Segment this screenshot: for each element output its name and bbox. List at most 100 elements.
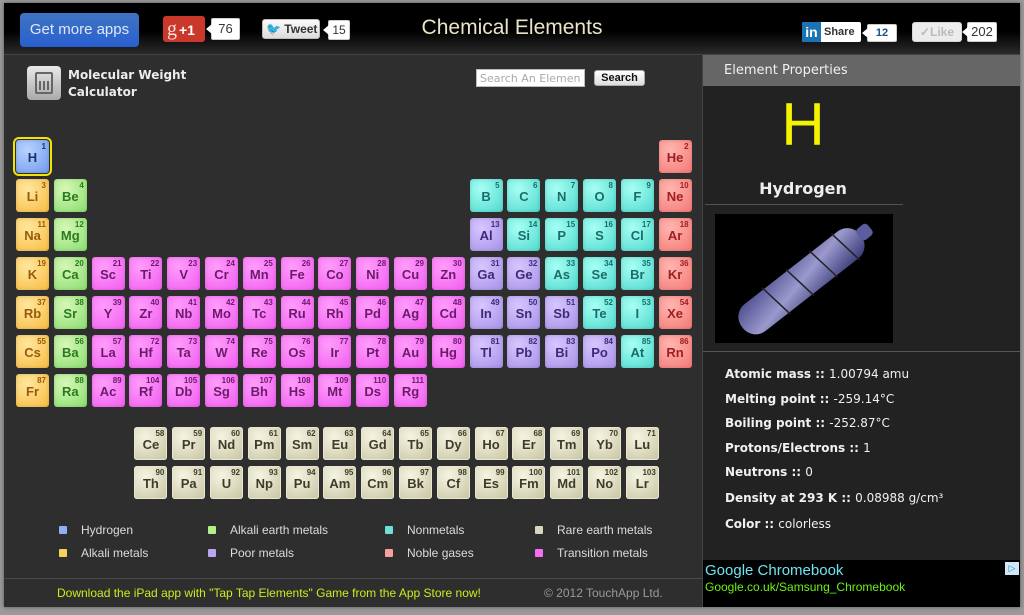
element-tile-np[interactable]: Np 93 (247, 466, 281, 499)
element-tile-ds[interactable]: Ds 110 (356, 374, 390, 407)
element-tile-ne[interactable]: Ne 10 (658, 179, 692, 212)
element-tile-w[interactable]: W 74 (205, 335, 238, 368)
element-tile-c[interactable]: C6 (507, 179, 541, 212)
element-tile-dy[interactable]: Dy 66 (436, 427, 470, 460)
element-tile-ba[interactable]: Ba 56 (53, 335, 87, 368)
element-tile-md[interactable]: Md 101 (550, 466, 584, 499)
element-tile-es[interactable]: Es 99 (474, 466, 508, 499)
element-tile-ra[interactable]: Ra 88 (53, 374, 87, 407)
ad-choices-icon[interactable]: ▷ (1005, 562, 1019, 575)
element-tile-at[interactable]: At 85 (620, 335, 654, 368)
element-tile-ge[interactable]: Ge 32 (507, 257, 541, 290)
element-tile-p[interactable]: P 15 (545, 218, 579, 251)
element-tile-eu[interactable]: Eu 63 (323, 427, 357, 460)
element-tile-lu[interactable]: Lu 71 (625, 427, 659, 460)
element-tile-sm[interactable]: Sm 62 (285, 427, 319, 460)
element-tile-he[interactable]: He 2 (658, 140, 692, 173)
element-tile-am[interactable]: Am 95 (323, 466, 357, 499)
element-tile-zn[interactable]: Zn 30 (431, 257, 465, 290)
element-tile-gd[interactable]: Gd 64 (361, 427, 395, 460)
element-tile-tb[interactable]: Tb 65 (399, 427, 432, 460)
element-tile-sr[interactable]: Sr 38 (53, 296, 87, 329)
element-tile-ti[interactable]: Ti 22 (129, 257, 163, 290)
element-tile-mo[interactable]: Mo 42 (205, 296, 238, 329)
element-tile-na[interactable]: Na 11 (16, 218, 49, 251)
element-tile-pd[interactable]: Pd 46 (356, 296, 390, 329)
element-tile-ru[interactable]: Ru 44 (280, 296, 314, 329)
element-tile-db[interactable]: Db 105 (167, 374, 201, 407)
element-tile-rf[interactable]: Rf 104 (129, 374, 163, 407)
element-tile-in[interactable]: In 49 (469, 296, 503, 329)
element-tile-se[interactable]: Se 34 (583, 257, 616, 290)
element-tile-cm[interactable]: Cm 96 (361, 466, 395, 499)
element-tile-te[interactable]: Te 52 (583, 296, 616, 329)
element-tile-sn[interactable]: Sn 50 (507, 296, 541, 329)
element-tile-ce[interactable]: Ce 58 (134, 427, 168, 460)
element-tile-o[interactable]: O8 (583, 179, 616, 212)
element-tile-bh[interactable]: Bh 107 (242, 374, 276, 407)
element-tile-bk[interactable]: Bk 97 (399, 466, 432, 499)
element-tile-ac[interactable]: Ac 89 (91, 374, 125, 407)
element-tile-ho[interactable]: Ho 67 (474, 427, 508, 460)
element-tile-rn[interactable]: Rn 86 (658, 335, 692, 368)
element-tile-rb[interactable]: Rb 37 (16, 296, 49, 329)
element-tile-fr[interactable]: Fr 87 (16, 374, 49, 407)
element-tile-re[interactable]: Re 75 (242, 335, 276, 368)
facebook-like-button[interactable]: ✓Like (912, 22, 962, 42)
element-tile-li[interactable]: Li 3 (16, 179, 49, 212)
element-tile-f[interactable]: F9 (620, 179, 654, 212)
element-tile-b[interactable]: B5 (469, 179, 503, 212)
element-tile-pr[interactable]: Pr 59 (172, 427, 206, 460)
element-tile-hf[interactable]: Hf 72 (129, 335, 163, 368)
element-tile-i[interactable]: I 53 (620, 296, 654, 329)
element-tile-pm[interactable]: Pm 61 (247, 427, 281, 460)
element-tile-h[interactable]: H1 (13, 137, 52, 176)
element-tile-mn[interactable]: Mn 25 (242, 257, 276, 290)
element-tile-yb[interactable]: Yb 70 (588, 427, 621, 460)
element-tile-rh[interactable]: Rh 45 (318, 296, 352, 329)
element-tile-cd[interactable]: Cd 48 (431, 296, 465, 329)
element-tile-be[interactable]: Be 4 (53, 179, 87, 212)
ad-url-link[interactable]: Google.co.uk/Samsung_Chromebook (705, 580, 905, 594)
element-tile-k[interactable]: K 19 (16, 257, 49, 290)
element-tile-os[interactable]: Os 76 (280, 335, 314, 368)
element-tile-hs[interactable]: Hs 108 (280, 374, 314, 407)
element-tile-no[interactable]: No 102 (588, 466, 621, 499)
element-tile-n[interactable]: N7 (545, 179, 579, 212)
element-tile-tl[interactable]: Tl 81 (469, 335, 503, 368)
element-tile-u[interactable]: U 92 (210, 466, 243, 499)
element-tile-al[interactable]: Al 13 (469, 218, 503, 251)
element-tile-sg[interactable]: Sg 106 (205, 374, 238, 407)
element-tile-sc[interactable]: Sc 21 (91, 257, 125, 290)
element-tile-sb[interactable]: Sb 51 (545, 296, 579, 329)
element-tile-cu[interactable]: Cu 29 (394, 257, 427, 290)
ad-banner[interactable]: Google Chromebook Google.co.uk/Samsung_C… (703, 560, 1020, 607)
element-tile-v[interactable]: V 23 (167, 257, 201, 290)
element-tile-kr[interactable]: Kr 36 (658, 257, 692, 290)
element-tile-br[interactable]: Br 35 (620, 257, 654, 290)
element-tile-ta[interactable]: Ta 73 (167, 335, 201, 368)
element-tile-fm[interactable]: Fm 100 (512, 466, 546, 499)
ad-title-link[interactable]: Google Chromebook (705, 562, 843, 579)
element-tile-as[interactable]: As 33 (545, 257, 579, 290)
element-tile-xe[interactable]: Xe 54 (658, 296, 692, 329)
element-tile-pu[interactable]: Pu 94 (285, 466, 319, 499)
element-tile-la[interactable]: La 57 (91, 335, 125, 368)
linkedin-share-button[interactable]: in Share (802, 22, 861, 42)
element-tile-ag[interactable]: Ag 47 (394, 296, 427, 329)
element-tile-ir[interactable]: Ir 77 (318, 335, 352, 368)
element-tile-cl[interactable]: Cl 17 (620, 218, 654, 251)
ipad-app-promo-link[interactable]: Download the iPad app with "Tap Tap Elem… (57, 586, 481, 600)
element-tile-pt[interactable]: Pt 78 (356, 335, 390, 368)
element-tile-lr[interactable]: Lr 103 (625, 466, 659, 499)
element-tile-cr[interactable]: Cr 24 (205, 257, 238, 290)
element-tile-tc[interactable]: Tc 43 (242, 296, 276, 329)
element-tile-ni[interactable]: Ni 28 (356, 257, 390, 290)
element-tile-er[interactable]: Er 68 (512, 427, 546, 460)
element-tile-fe[interactable]: Fe 26 (280, 257, 314, 290)
element-tile-rg[interactable]: Rg 111 (394, 374, 427, 407)
element-tile-au[interactable]: Au 79 (394, 335, 427, 368)
element-tile-hg[interactable]: Hg 80 (431, 335, 465, 368)
element-tile-s[interactable]: S 16 (583, 218, 616, 251)
element-tile-mt[interactable]: Mt 109 (318, 374, 352, 407)
